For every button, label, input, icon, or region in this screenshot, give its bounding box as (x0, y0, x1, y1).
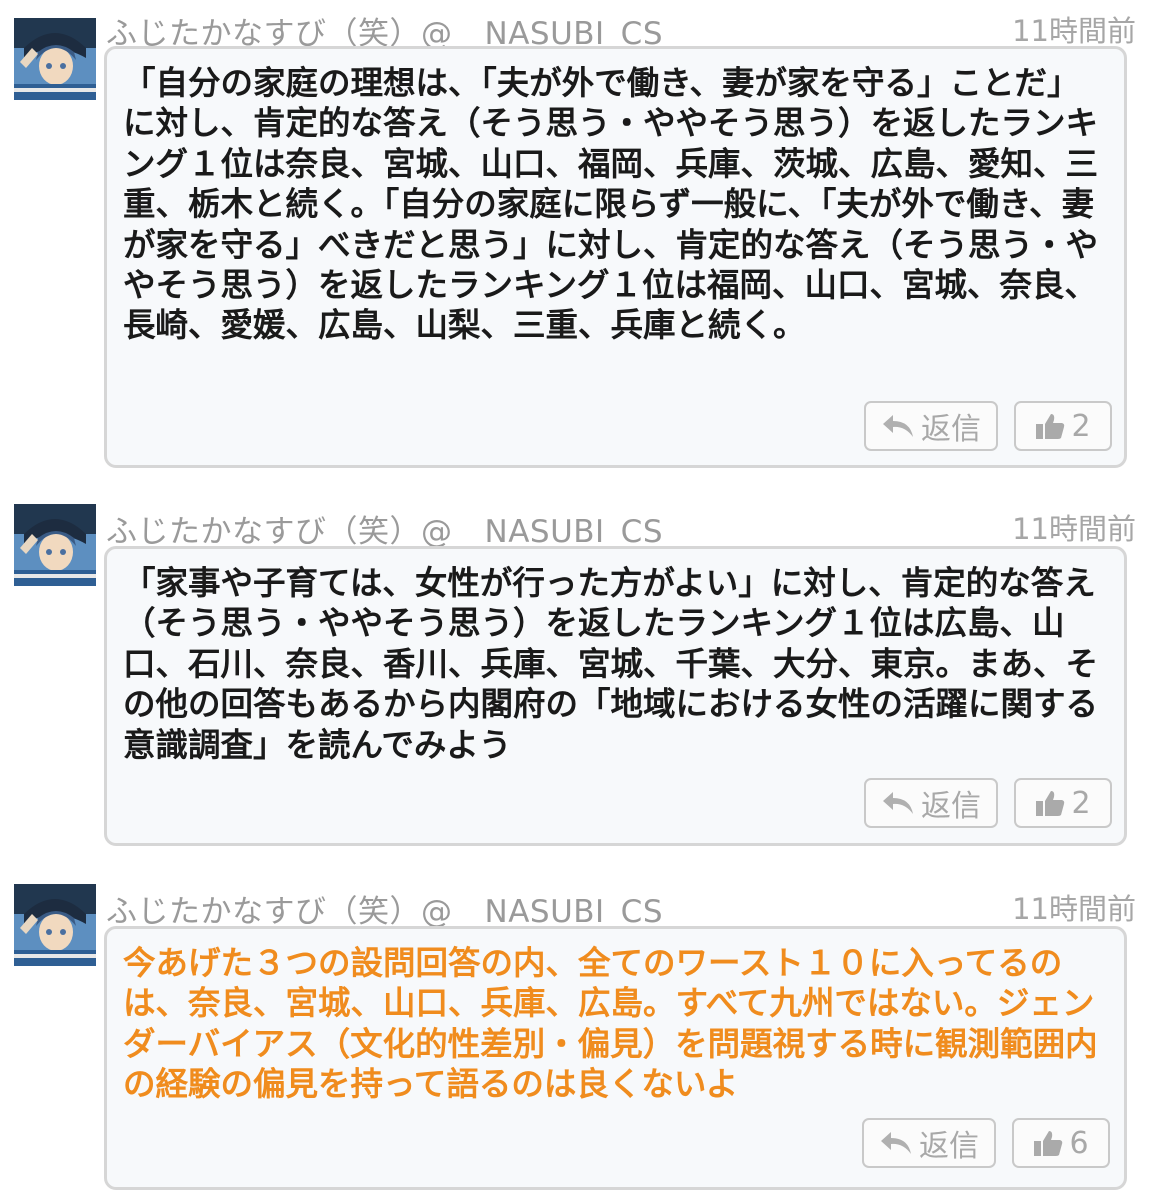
reply-arrow-icon (881, 790, 915, 816)
reply-label: 返信 (921, 412, 981, 447)
comment-text: 今あげた３つの設問回答の内、全てのワースト１０に入ってるのは、奈良、宮城、山口、… (123, 944, 1098, 1104)
avatar[interactable] (14, 18, 96, 100)
thumbs-up-icon (1035, 789, 1065, 817)
post-meta: ふじたかなすび（笑）@__NASUBI_CS__ 11時間前 (106, 884, 1136, 930)
timestamp: 11時間前 (1012, 512, 1136, 546)
like-button[interactable]: 2 (1014, 778, 1112, 828)
like-count: 2 (1071, 408, 1091, 444)
thumbs-up-icon (1033, 1129, 1063, 1157)
reply-arrow-icon (879, 1130, 913, 1156)
comment-text: 「家事や子育ては、女性が行った方がよい」に対し、肯定的な答え（そう思う・ややそう… (123, 564, 1099, 764)
comment-bubble: 「家事や子育ては、女性が行った方がよい」に対し、肯定的な答え（そう思う・ややそう… (104, 546, 1127, 846)
reply-button[interactable]: 返信 (864, 778, 998, 828)
user-name[interactable]: ふじたかなすび（笑）@__NASUBI_CS__ (106, 506, 695, 551)
reply-label: 返信 (919, 1129, 979, 1164)
reply-arrow-icon (881, 413, 915, 439)
like-button[interactable]: 2 (1014, 401, 1112, 451)
timestamp: 11時間前 (1012, 892, 1136, 926)
avatar[interactable] (14, 884, 96, 966)
thumbs-up-icon (1035, 412, 1065, 440)
like-button[interactable]: 6 (1012, 1118, 1110, 1168)
avatar[interactable] (14, 504, 96, 586)
reply-button[interactable]: 返信 (862, 1118, 996, 1168)
like-count: 2 (1071, 785, 1091, 821)
reply-button[interactable]: 返信 (864, 401, 998, 451)
like-count: 6 (1069, 1125, 1089, 1161)
reply-label: 返信 (921, 789, 981, 824)
user-name[interactable]: ふじたかなすび（笑）@__NASUBI_CS__ (106, 886, 695, 931)
comment-text: 「自分の家庭の理想は、「夫が外で働き、妻が家を守る」ことだ」に対し、肯定的な答え… (123, 64, 1099, 345)
comment-bubble: 今あげた３つの設問回答の内、全てのワースト１０に入ってるのは、奈良、宮城、山口、… (104, 926, 1127, 1190)
timestamp: 11時間前 (1012, 14, 1136, 48)
post-meta: ふじたかなすび（笑）@__NASUBI_CS__ 11時間前 (106, 504, 1136, 550)
comment-bubble: 「自分の家庭の理想は、「夫が外で働き、妻が家を守る」ことだ」に対し、肯定的な答え… (104, 46, 1127, 468)
post-meta: ふじたかなすび（笑）@__NASUBI_CS__ 11時間前 (106, 6, 1136, 52)
